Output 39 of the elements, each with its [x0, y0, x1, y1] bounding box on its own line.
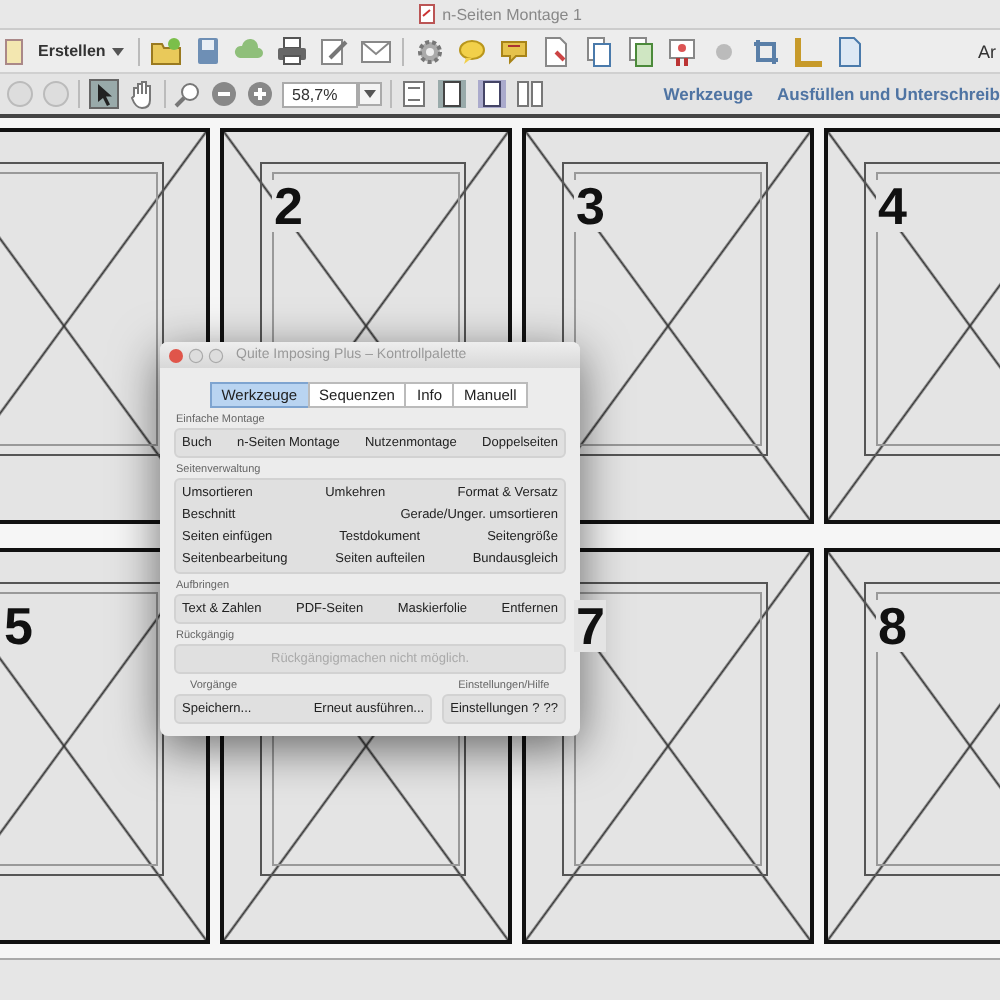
zoom-out-icon[interactable]	[210, 80, 238, 108]
edit-icon[interactable]	[317, 35, 350, 67]
page-icon[interactable]	[833, 35, 866, 67]
page-number: 3	[574, 180, 607, 232]
pages-icon[interactable]	[623, 35, 656, 67]
single-page-icon[interactable]	[476, 78, 508, 110]
zoom-icon[interactable]	[174, 80, 202, 108]
mail-icon[interactable]	[359, 35, 392, 67]
page-number: 8	[876, 600, 909, 652]
page-number: 7	[574, 600, 607, 652]
pdf-document-icon	[418, 4, 437, 24]
close-icon[interactable]	[168, 347, 184, 363]
page-number: 2	[272, 180, 305, 232]
caret-icon	[111, 47, 124, 55]
dropdown-button[interactable]	[358, 82, 382, 106]
gear-icon[interactable]	[413, 35, 446, 67]
panel-link[interactable]: Ausfüllen und Unterschreib	[777, 84, 1000, 104]
two-page-icon[interactable]	[516, 78, 544, 110]
page-number: 4	[876, 180, 909, 232]
select-tool-icon[interactable]	[88, 78, 120, 110]
create-button[interactable]: Erstellen	[34, 42, 128, 60]
panel-link[interactable]: Werkzeuge	[663, 84, 754, 104]
signature-icon[interactable]	[665, 35, 698, 67]
window-title: n-Seiten Montage 1	[442, 5, 582, 23]
folder-icon[interactable]	[149, 35, 182, 67]
speech-bubble-icon[interactable]	[455, 35, 488, 67]
ruler-icon[interactable]	[791, 35, 824, 67]
page-icon[interactable]	[539, 35, 572, 67]
fit-page-icon[interactable]	[400, 78, 428, 110]
zoom-in-icon[interactable]	[246, 80, 274, 108]
fit-width-icon[interactable]	[436, 78, 468, 110]
document-icon[interactable]	[4, 37, 24, 65]
pages-icon[interactable]	[581, 35, 614, 67]
hand-icon[interactable]	[128, 78, 156, 110]
zoom-field[interactable]: 58,7%	[282, 81, 358, 107]
print-icon[interactable]	[275, 35, 308, 67]
toolbar-label[interactable]: Ar	[978, 41, 1000, 61]
crop-icon[interactable]	[749, 35, 782, 67]
caret-icon	[364, 90, 376, 98]
